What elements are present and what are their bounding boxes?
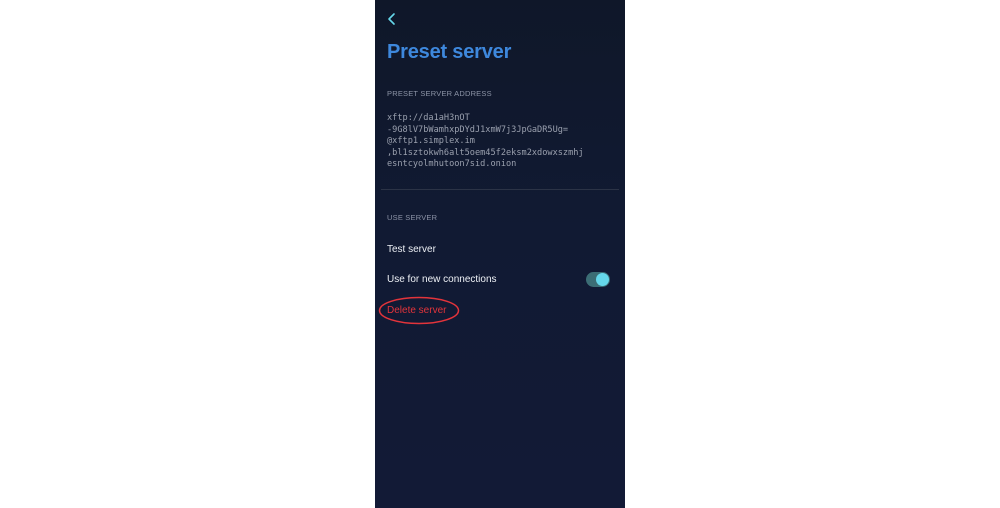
- address-line: xftp://da1aH3nOT: [387, 113, 470, 123]
- divider: [381, 189, 619, 190]
- app-screen: Preset server PRESET SERVER ADDRESS xftp…: [375, 0, 625, 508]
- address-line: -9G8lV7bWamhxpDYdJ1xmW7j3JpGaDR5Ug=: [387, 124, 569, 135]
- chevron-left-icon: [388, 13, 395, 25]
- address-line: ,bl1sztokwh6alt5oem45f2eksm2xdowxszmhj: [387, 147, 584, 158]
- delete-server-label: Delete server: [387, 305, 447, 316]
- delete-server-button[interactable]: Delete server: [378, 296, 460, 325]
- server-address: xftp://da1aH3nOT -9G8lV7bWamhxpDYdJ1xmW7j…: [387, 113, 619, 171]
- test-server-button[interactable]: Test server: [387, 244, 436, 255]
- use-for-new-connections-label: Use for new connections: [387, 274, 497, 285]
- toggle-knob: [596, 273, 609, 286]
- use-server-section-label: USE SERVER: [387, 213, 438, 222]
- address-line: esntcyolmhutoon7sid.onion: [387, 159, 517, 169]
- use-for-new-connections-toggle[interactable]: [586, 272, 610, 287]
- address-section-label: PRESET SERVER ADDRESS: [387, 89, 492, 98]
- page-title: Preset server: [387, 41, 512, 63]
- address-line: @xftp1.simplex.im: [387, 136, 475, 146]
- back-button[interactable]: [385, 10, 399, 28]
